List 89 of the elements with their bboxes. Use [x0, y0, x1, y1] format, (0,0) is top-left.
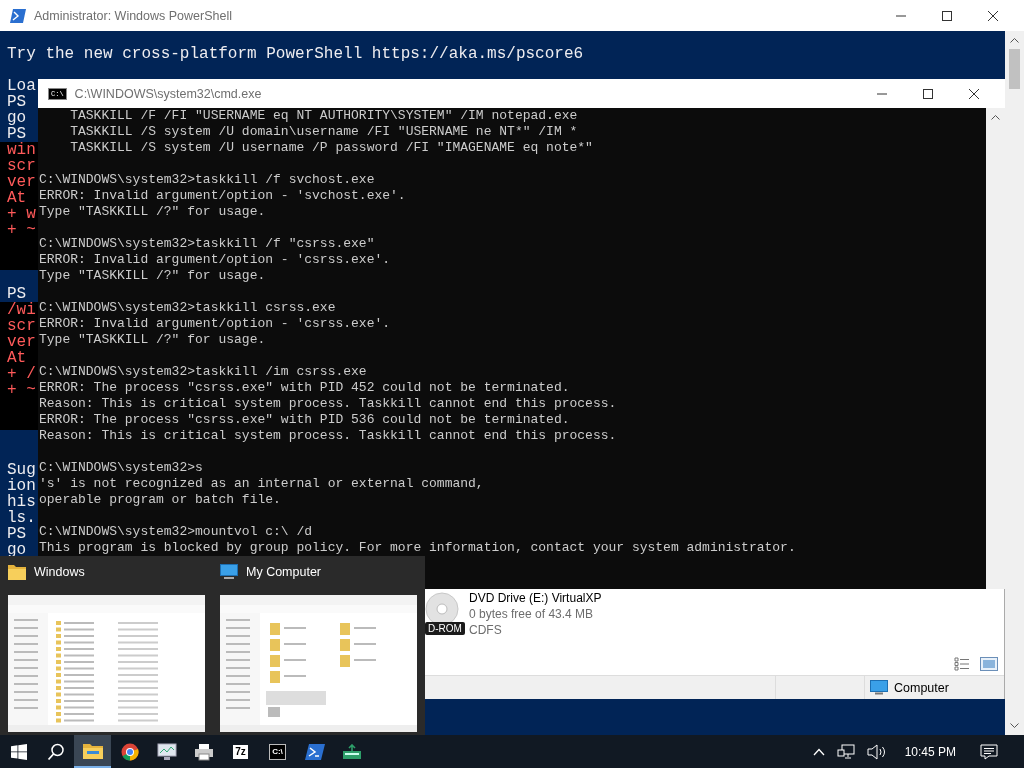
maximize-icon[interactable]	[941, 9, 953, 22]
console-line: go	[7, 109, 27, 127]
details-view-icon[interactable]	[954, 657, 970, 671]
console-line: ERROR: The process "csrss.exe" with PID 452 could not be terminated.	[39, 380, 571, 396]
printer-icon	[193, 742, 214, 761]
console-line: Reason: This is critical system process. Taskkill cannot end this process.	[39, 396, 618, 412]
drive-file-system: CDFS	[469, 622, 503, 638]
console-line: This program is blocked by group policy. For more information, contact your system administrator.	[39, 540, 797, 556]
scroll-thumb[interactable]	[1009, 49, 1020, 89]
error-line: + ~	[7, 381, 36, 399]
error-line: + /	[7, 365, 36, 383]
preview-title[interactable]: Windows	[34, 565, 85, 579]
terminal-app-icon: C:\	[269, 743, 286, 760]
volume-icon[interactable]	[866, 743, 887, 760]
console-line: C:\WINDOWS\system32>mountvol c:\ /d	[39, 524, 314, 540]
console-line: PS	[7, 525, 27, 543]
scroll-up-icon[interactable]	[1010, 37, 1019, 43]
folder-icon	[82, 742, 103, 759]
error-line: + ~	[7, 221, 36, 239]
console-line: Reason: This is critical system process. Taskkill cannot end this process.	[39, 428, 618, 444]
windows-start-icon	[10, 743, 27, 760]
error-line: /wi	[7, 301, 36, 319]
error-line: + w	[7, 205, 36, 223]
console-line: C:\WINDOWS\system32>taskkill /f svchost.exe	[39, 172, 376, 188]
scroll-up-icon[interactable]	[991, 114, 1000, 120]
search-icon	[46, 742, 65, 761]
console-line: Type "TASKKILL /?" for usage.	[39, 204, 267, 220]
drive-name[interactable]: DVD Drive (E:) VirtualXP	[469, 590, 602, 606]
computer-icon	[220, 564, 238, 580]
window-title: Administrator: Windows PowerShell	[34, 8, 232, 23]
console-line: his	[7, 493, 36, 511]
console-line: Try the new cross-platform PowerShell https://aka.ms/pscore6	[7, 45, 584, 63]
error-line: win	[7, 141, 36, 159]
error-line: At	[7, 349, 27, 367]
console-line: PS	[7, 93, 27, 111]
scroll-down-icon[interactable]	[1010, 723, 1019, 729]
console-line: operable program or batch file.	[39, 492, 282, 508]
console-line: PS	[7, 285, 27, 303]
clock[interactable]: 10:45 PM	[904, 744, 956, 759]
notification-icon[interactable]	[980, 743, 998, 760]
console-line: Type "TASKKILL /?" for usage.	[39, 268, 267, 284]
browser-icon	[120, 742, 139, 761]
large-icons-view-icon[interactable]	[980, 657, 998, 671]
console-line: ERROR: Invalid argument/option - 'svchost.exe'.	[39, 188, 407, 204]
console-line: C:\WINDOWS\system32>taskkill csrss.exe	[39, 300, 337, 316]
console-line: ion	[7, 477, 36, 495]
close-icon[interactable]	[987, 9, 999, 22]
console-line: Loa	[7, 77, 36, 95]
preview-title[interactable]: My Computer	[246, 565, 322, 579]
powershell-icon	[304, 743, 325, 760]
console-line: TASKKILL /S system /U username /P password /FI "IMAGENAME eq note*"	[69, 140, 594, 156]
folder-icon	[8, 564, 26, 580]
scrollbar[interactable]	[1005, 31, 1024, 735]
drive-free-space: 0 bytes free of 43.4 MB	[469, 606, 595, 622]
error-line: scr	[7, 317, 36, 335]
computer-icon	[870, 680, 888, 695]
chevron-up-icon[interactable]	[812, 747, 825, 756]
maximize-icon[interactable]	[922, 87, 934, 100]
location-label: Computer	[894, 680, 949, 695]
window-thumbnail-drawing[interactable]	[8, 595, 205, 732]
console-line: Sug	[7, 461, 36, 479]
console-line: ls.	[7, 509, 36, 527]
taskbar-button[interactable]: C:\	[259, 735, 296, 768]
console-line: ERROR: Invalid argument/option - 'csrss.exe'.	[39, 252, 392, 268]
taskbar-button[interactable]	[74, 735, 111, 768]
console-line: C:\WINDOWS\system32>taskkill /f "csrss.exe"	[39, 236, 376, 252]
taskbar-button[interactable]: 7z	[222, 735, 259, 768]
console-line: 's' is not recognized as an internal or external command,	[39, 476, 485, 492]
powershell-icon	[10, 8, 26, 23]
console-line: PS	[7, 125, 27, 143]
error-line: At	[7, 189, 27, 207]
close-icon[interactable]	[968, 87, 980, 100]
console-line: TASKKILL /F /FI "USERNAME eq NT AUTHORITY\SYSTEM" /IM notepad.exe	[69, 108, 579, 124]
window-thumbnail-drawing[interactable]	[220, 595, 417, 732]
tooltip: D-ROM	[425, 622, 465, 635]
console-line: Type "TASKKILL /?" for usage.	[39, 332, 267, 348]
console-line: ERROR: Invalid argument/option - 'csrss.exe'.	[39, 316, 392, 332]
error-line: scr	[7, 157, 36, 175]
archive-app-icon: 7z	[233, 744, 248, 759]
window-title: C:\WINDOWS\system32\cmd.exe	[74, 86, 262, 101]
scrollbar[interactable]	[986, 108, 1005, 590]
console-line: TASKKILL /S system /U domain\username /FI "USERNAME ne NT*" /IM *	[69, 124, 579, 140]
error-line: ver	[7, 173, 36, 191]
monitor-chart-icon	[156, 742, 177, 761]
console-line: C:\WINDOWS\system32>s	[39, 460, 204, 476]
error-line: ver	[7, 333, 36, 351]
console-line: ERROR: The process "csrss.exe" with PID 536 could not be terminated.	[39, 412, 571, 428]
network-icon[interactable]	[836, 743, 855, 760]
console-line: C:\WINDOWS\system32>taskkill /im csrss.exe	[39, 364, 368, 380]
